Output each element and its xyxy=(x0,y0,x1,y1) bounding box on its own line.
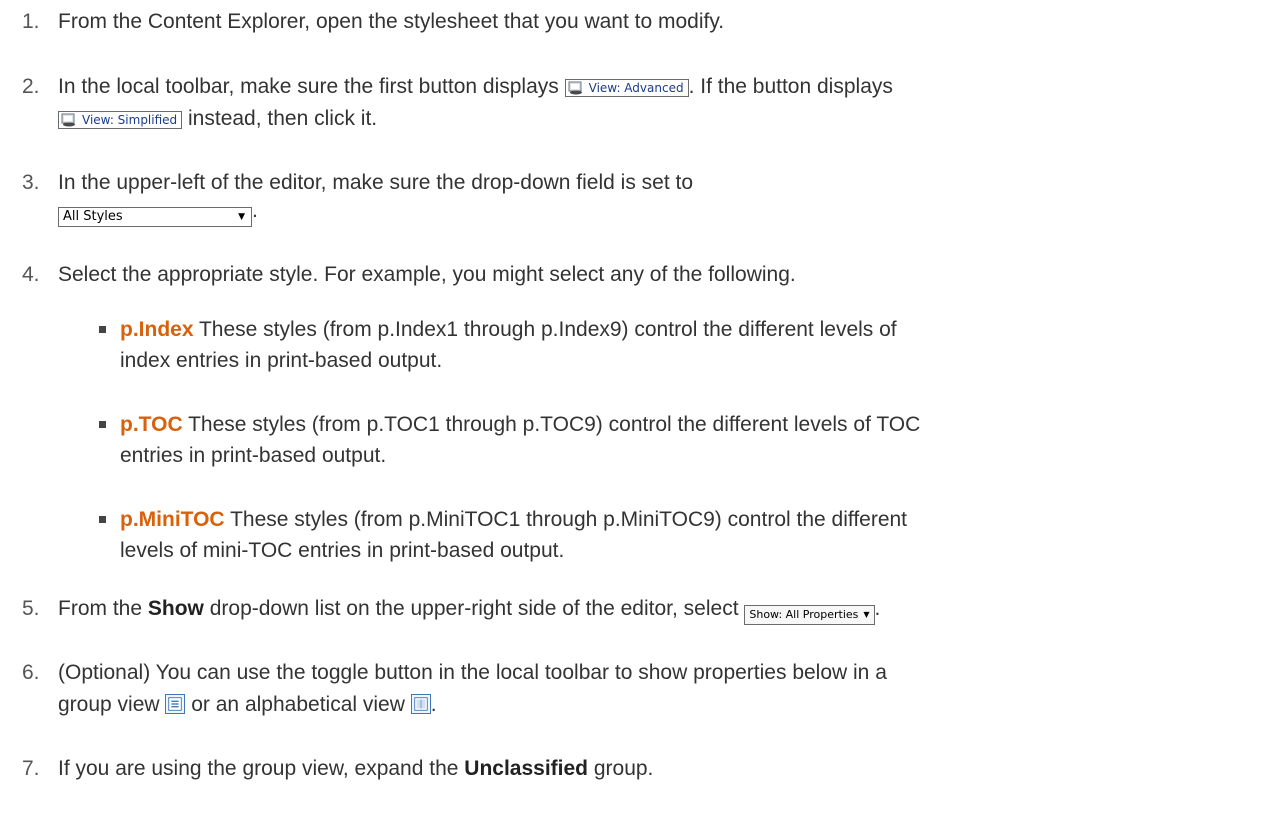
step-text: In the local toolbar, make sure the firs… xyxy=(58,75,559,98)
step-text: . xyxy=(874,597,881,620)
view-advanced-button[interactable]: View: Advanced xyxy=(564,79,689,97)
step-text-line-2: All Styles ▼. xyxy=(58,195,1246,227)
chevron-down-icon: ▼ xyxy=(863,610,870,619)
bullet-text: These styles (from p.MiniTOC1 through p.… xyxy=(230,508,908,531)
dropdown-value: Show: All Properties xyxy=(749,608,859,621)
show-label: Show xyxy=(147,597,204,620)
step-text: group view xyxy=(58,693,160,716)
step-text: (Optional) You can use the toggle button… xyxy=(58,661,887,684)
step-text: or an alphabetical view xyxy=(191,693,405,716)
step-text: From the xyxy=(58,597,143,620)
view-icon xyxy=(568,81,582,95)
step-text-line-2: View: Simplified instead, then click it. xyxy=(58,103,1246,135)
group-view-icon[interactable] xyxy=(165,694,186,714)
step-text: drop-down list on the upper-right side o… xyxy=(209,597,739,620)
bullet-icon xyxy=(99,421,106,428)
all-styles-dropdown[interactable]: All Styles ▼ xyxy=(58,207,252,227)
bullet-text: These styles (from p.Index1 through p.In… xyxy=(198,318,897,341)
unclassified-label: Unclassified xyxy=(464,757,588,780)
step-text-line-1: In the local toolbar, make sure the firs… xyxy=(58,71,1246,103)
step-text-line-1: From the Show drop-down list on the uppe… xyxy=(58,593,1246,625)
step-text: . xyxy=(430,693,437,716)
bullet-text-line-1: p.Index These styles (from p.Index1 thro… xyxy=(120,314,1246,346)
bullet-icon xyxy=(99,516,106,523)
step-number: 2. xyxy=(22,75,40,98)
chevron-down-icon: ▼ xyxy=(238,212,245,222)
bullet-text: index entries in print-based output. xyxy=(120,349,443,372)
step-text: From the Content Explorer, open the styl… xyxy=(58,10,725,33)
button-label: View: Advanced xyxy=(588,81,684,95)
step-text: Select the appropriate style. For exampl… xyxy=(58,263,796,286)
step-text: group. xyxy=(593,757,654,780)
step-number: 7. xyxy=(22,757,40,780)
step-number: 4. xyxy=(22,263,40,286)
step-text: instead, then click it. xyxy=(188,107,378,130)
bullet-text: These styles (from p.TOC1 through p.TOC9… xyxy=(188,413,921,436)
step-text: If you are using the group view, expand … xyxy=(58,757,459,780)
step-text-line-1: If you are using the group view, expand … xyxy=(58,753,1246,785)
bullet-text-line-1: p.TOC These styles (from p.TOC1 through … xyxy=(120,409,1246,441)
step-number: 6. xyxy=(22,661,40,684)
step-number: 3. xyxy=(22,171,40,194)
bullet-text: entries in print-based output. xyxy=(120,444,387,467)
step-number: 1. xyxy=(22,10,40,33)
view-icon xyxy=(61,113,75,127)
view-simplified-button[interactable]: View: Simplified xyxy=(58,111,183,129)
style-term: p.TOC xyxy=(120,413,183,436)
dropdown-value: All Styles xyxy=(63,209,123,224)
step-text: . xyxy=(252,199,258,222)
bullet-text-line-1: p.MiniTOC These styles (from p.MiniTOC1 … xyxy=(120,504,1246,536)
step-text: . If the button displays xyxy=(688,75,893,98)
bullet-text: levels of mini-TOC entries in print-base… xyxy=(120,539,565,562)
alphabetical-view-icon[interactable] xyxy=(410,694,431,714)
button-label: View: Simplified xyxy=(82,113,178,127)
step-text-line-2: group view or an alphabetical view . xyxy=(58,689,1246,721)
step-number: 5. xyxy=(22,597,40,620)
bullet-icon xyxy=(99,326,106,333)
style-term: p.Index xyxy=(120,318,194,341)
show-all-properties-dropdown[interactable]: Show: All Properties ▼ xyxy=(744,605,875,625)
style-term: p.MiniTOC xyxy=(120,508,225,531)
